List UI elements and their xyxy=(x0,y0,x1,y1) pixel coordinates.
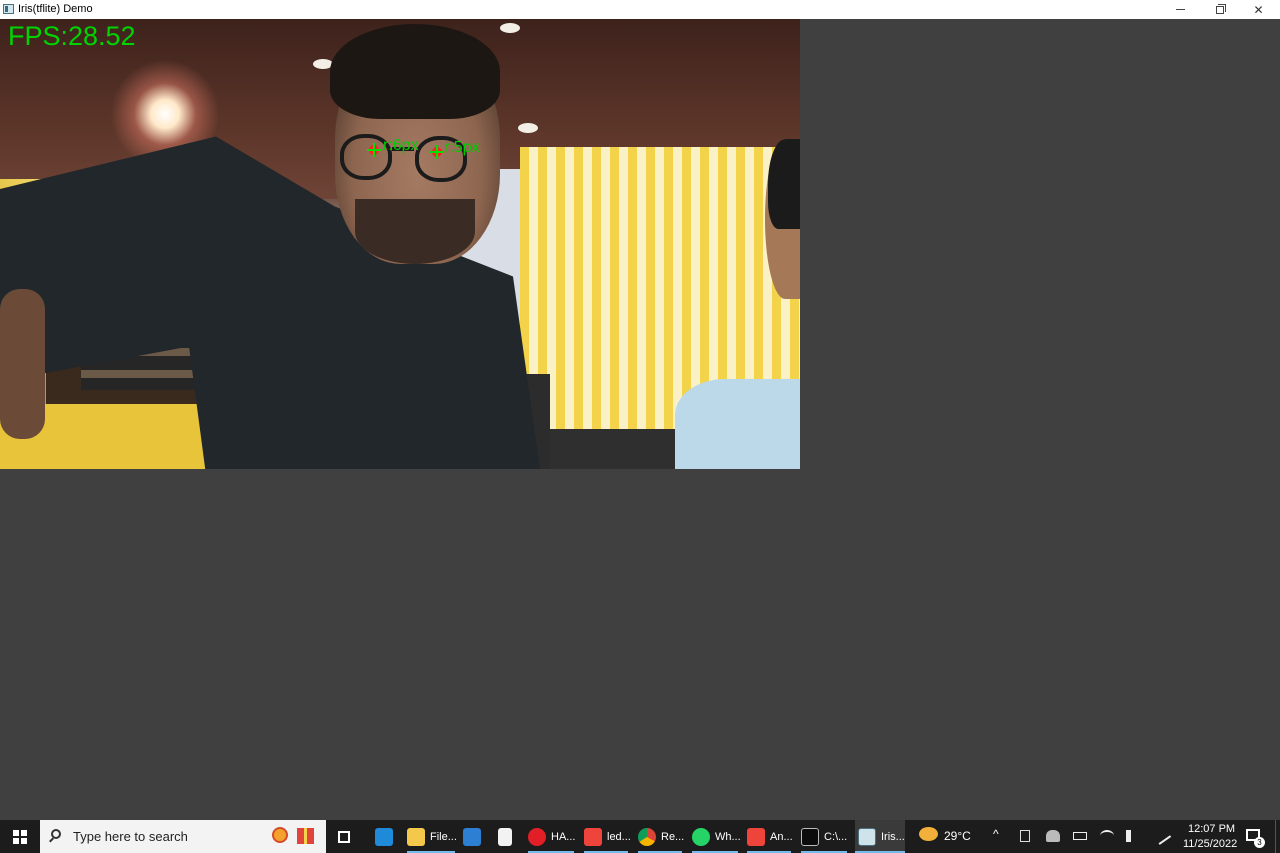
window-title-bar[interactable]: Iris(tflite) Demo ✕ xyxy=(0,0,1280,19)
wifi-icon[interactable] xyxy=(1100,830,1114,842)
whatsapp-icon xyxy=(692,827,710,846)
volume-icon[interactable] xyxy=(1126,830,1140,842)
taskbar-app-iris-demo[interactable]: Iris... xyxy=(855,820,905,853)
iris-demo-icon xyxy=(858,827,876,846)
taskbar: Type here to search File... HA... led...… xyxy=(0,820,1280,853)
search-icon xyxy=(51,829,61,839)
close-icon: ✕ xyxy=(1253,2,1264,17)
left-iris-radius: r:6px xyxy=(383,137,419,154)
taskbar-app-file-explorer[interactable]: File... xyxy=(407,820,457,853)
file-explorer-icon xyxy=(407,827,425,846)
fps-counter: FPS:28.52 xyxy=(8,21,136,51)
taskbar-app-opera[interactable]: HA... xyxy=(528,820,576,853)
start-button[interactable] xyxy=(0,820,40,853)
opera-icon xyxy=(528,827,546,846)
taskbar-app-label: File... xyxy=(430,830,457,843)
taskbar-app-command-prompt[interactable]: C:\... xyxy=(801,820,847,853)
notification-count-badge: 3 xyxy=(1254,837,1265,848)
taskbar-app-label: Iris... xyxy=(881,830,905,843)
close-button[interactable]: ✕ xyxy=(1239,0,1278,19)
right-iris-radius: r:5px xyxy=(444,139,480,156)
gift-icon[interactable] xyxy=(297,828,314,844)
window-title: Iris(tflite) Demo xyxy=(18,3,93,15)
windows-logo-icon xyxy=(13,829,27,844)
anydesk-icon xyxy=(747,827,765,846)
taskbar-app-anydesk[interactable]: An... xyxy=(747,820,793,853)
taskbar-app-label: Wh... xyxy=(715,830,741,843)
taskbar-app-label: led... xyxy=(607,830,631,843)
restore-icon xyxy=(1215,3,1226,14)
floor xyxy=(550,429,690,469)
weather-temperature[interactable]: 29°C xyxy=(944,829,971,843)
taskbar-app-whatsapp[interactable]: Wh... xyxy=(692,820,741,853)
clock-date[interactable]: 11/25/2022 xyxy=(1183,838,1237,850)
task-view-icon xyxy=(338,830,350,843)
alarm-clock-icon[interactable] xyxy=(272,827,288,843)
anydesk-icon xyxy=(584,827,602,846)
ceiling-light xyxy=(500,23,520,33)
device-icon[interactable] xyxy=(1020,830,1030,842)
person-beard xyxy=(355,199,475,264)
restore-button[interactable] xyxy=(1200,0,1239,19)
mail-icon xyxy=(463,827,481,846)
taskbar-app-mail[interactable] xyxy=(463,820,483,853)
app-window-icon[interactable] xyxy=(3,4,14,14)
pen-icon[interactable] xyxy=(1152,827,1172,845)
show-desktop-button[interactable] xyxy=(1275,820,1280,853)
right-iris-marker xyxy=(430,145,444,159)
left-iris-marker xyxy=(367,143,381,157)
minimize-button[interactable] xyxy=(1161,0,1200,19)
microsoft-store-icon xyxy=(375,827,393,846)
search-placeholder: Type here to search xyxy=(73,829,188,844)
clock-time[interactable]: 12:07 PM xyxy=(1188,823,1235,835)
show-hidden-icons-button[interactable]: ^ xyxy=(993,827,1007,841)
battery-icon[interactable] xyxy=(1073,832,1087,840)
notepad-icon xyxy=(498,827,512,846)
taskbar-app-label: C:\... xyxy=(824,830,848,843)
cloud-sync-icon[interactable] xyxy=(1046,830,1060,842)
taskbar-search-box[interactable]: Type here to search xyxy=(40,820,326,853)
task-view-button[interactable] xyxy=(338,820,356,853)
person-arm xyxy=(0,289,45,439)
chrome-icon xyxy=(638,827,656,846)
taskbar-app-label: An... xyxy=(770,830,793,843)
taskbar-app-store[interactable] xyxy=(375,820,395,853)
taskbar-app-anydesk-led[interactable]: led... xyxy=(584,820,631,853)
command-prompt-icon xyxy=(801,827,819,846)
person-hair xyxy=(330,24,500,119)
taskbar-app-chrome[interactable]: Re... xyxy=(638,820,685,853)
taskbar-app-label: HA... xyxy=(551,830,576,843)
weather-icon[interactable] xyxy=(919,827,938,841)
ceiling-light xyxy=(518,123,538,133)
taskbar-app-notepad[interactable] xyxy=(498,820,516,853)
second-person-shoulder xyxy=(675,379,800,469)
camera-frame: FPS:28.52 r:6px r:5px xyxy=(0,19,800,469)
minimize-icon xyxy=(1176,9,1185,10)
second-person-hair xyxy=(768,139,800,229)
taskbar-app-label: Re... xyxy=(661,830,685,843)
